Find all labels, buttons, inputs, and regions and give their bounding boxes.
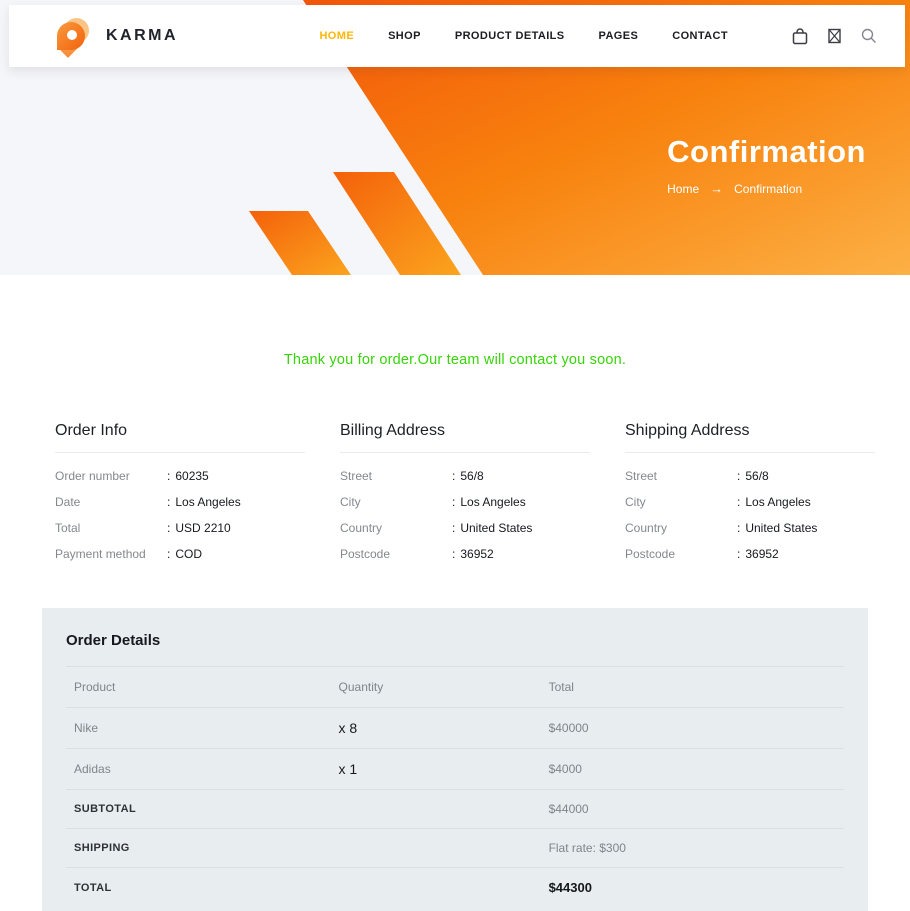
logo-pin-icon [55,15,91,57]
info-value: United States [460,521,532,535]
product-total: $4000 [541,749,844,790]
breadcrumb-home-link[interactable]: Home [667,182,699,196]
info-row: Street : 56/8 [340,469,590,483]
nav-item-shop[interactable]: SHOP [388,30,421,42]
divider [55,452,305,453]
info-label: Country [625,521,737,535]
section-title: Order Info [55,422,305,440]
info-value: Los Angeles [745,495,810,509]
summary-value: Flat rate: $300 [541,829,844,868]
info-value: COD [175,547,202,561]
divider [340,452,590,453]
nav-item-contact[interactable]: CONTACT [672,30,728,42]
cart-button[interactable] [792,28,808,45]
hero-banner: KARMA HOME SHOP PRODUCT DETAILS PAGES CO… [0,0,910,275]
header: KARMA HOME SHOP PRODUCT DETAILS PAGES CO… [9,5,905,67]
info-columns: Order Info Order number : 60235 Date : L… [0,422,910,573]
product-name: Nike [66,708,331,749]
info-row: Total : USD 2210 [55,521,305,535]
hero-text: Confirmation Home → Confirmation [667,134,866,196]
table-row: Nike x 8 $40000 [66,708,844,749]
section-title: Billing Address [340,422,590,440]
info-value: 60235 [175,469,208,483]
search-button[interactable] [861,28,877,44]
info-value: United States [745,521,817,535]
order-details-title: Order Details [66,632,844,649]
info-value: 36952 [460,547,493,561]
arrow-right-icon: → [710,181,723,196]
nav-item-product-details[interactable]: PRODUCT DETAILS [455,30,565,42]
divider [625,452,875,453]
main-nav: HOME SHOP PRODUCT DETAILS PAGES CONTACT [319,28,877,45]
column-header-quantity: Quantity [331,667,541,708]
order-details-section: Order Details Product Quantity Total Nik… [42,608,868,911]
nav-item-home[interactable]: HOME [319,30,354,42]
info-label: Country [340,521,452,535]
summary-row-subtotal: SUBTOTAL $44000 [66,790,844,829]
info-row: Country : United States [340,521,590,535]
info-row: Country : United States [625,521,875,535]
info-value: Los Angeles [460,495,525,509]
billing-address-section: Billing Address Street : 56/8 City : Los… [340,422,590,573]
info-row: City : Los Angeles [340,495,590,509]
breadcrumb: Home → Confirmation [667,181,802,196]
shipping-address-section: Shipping Address Street : 56/8 City : Lo… [625,422,875,573]
product-name: Adidas [66,749,331,790]
info-value: 56/8 [460,469,483,483]
info-row: Postcode : 36952 [340,547,590,561]
order-info-section: Order Info Order number : 60235 Date : L… [55,422,305,573]
box-x-icon [828,28,841,44]
table-row: Adidas x 1 $4000 [66,749,844,790]
search-icon [861,28,877,44]
info-row: Street : 56/8 [625,469,875,483]
confirmation-message: Thank you for order.Our team will contac… [0,352,910,368]
info-row: Postcode : 36952 [625,547,875,561]
summary-value: $44300 [541,868,844,908]
product-quantity: x 8 [331,708,541,749]
info-value: 56/8 [745,469,768,483]
info-row: Order number : 60235 [55,469,305,483]
header-icon-group [792,28,877,45]
info-label: City [340,495,452,509]
logo[interactable]: KARMA [55,15,178,57]
summary-row-shipping: SHIPPING Flat rate: $300 [66,829,844,868]
page-title: Confirmation [667,134,866,170]
info-label: Postcode [340,547,452,561]
summary-label: SHIPPING [66,829,331,868]
info-label: Total [55,521,167,535]
column-header-total: Total [541,667,844,708]
column-header-product: Product [66,667,331,708]
info-value: Los Angeles [175,495,240,509]
info-value: USD 2210 [175,521,230,535]
info-label: Postcode [625,547,737,561]
summary-value: $44000 [541,790,844,829]
info-row: Date : Los Angeles [55,495,305,509]
info-row: Payment method : COD [55,547,305,561]
brand-name: KARMA [106,27,178,45]
info-label: City [625,495,737,509]
info-label: Street [625,469,737,483]
order-details-table: Product Quantity Total Nike x 8 $40000 A… [66,666,844,907]
info-label: Order number [55,469,167,483]
checkout-button[interactable] [828,28,841,44]
product-total: $40000 [541,708,844,749]
table-header-row: Product Quantity Total [66,667,844,708]
summary-label: TOTAL [66,868,331,908]
summary-label: SUBTOTAL [66,790,331,829]
info-label: Payment method [55,547,167,561]
section-title: Shipping Address [625,422,875,440]
info-row: City : Los Angeles [625,495,875,509]
product-quantity: x 1 [331,749,541,790]
diagonal-stripe-2 [249,211,351,275]
breadcrumb-current: Confirmation [734,182,802,196]
info-label: Date [55,495,167,509]
shopping-bag-icon [792,28,808,45]
info-label: Street [340,469,452,483]
nav-item-pages[interactable]: PAGES [599,30,639,42]
summary-row-total: TOTAL $44300 [66,868,844,908]
info-value: 36952 [745,547,778,561]
